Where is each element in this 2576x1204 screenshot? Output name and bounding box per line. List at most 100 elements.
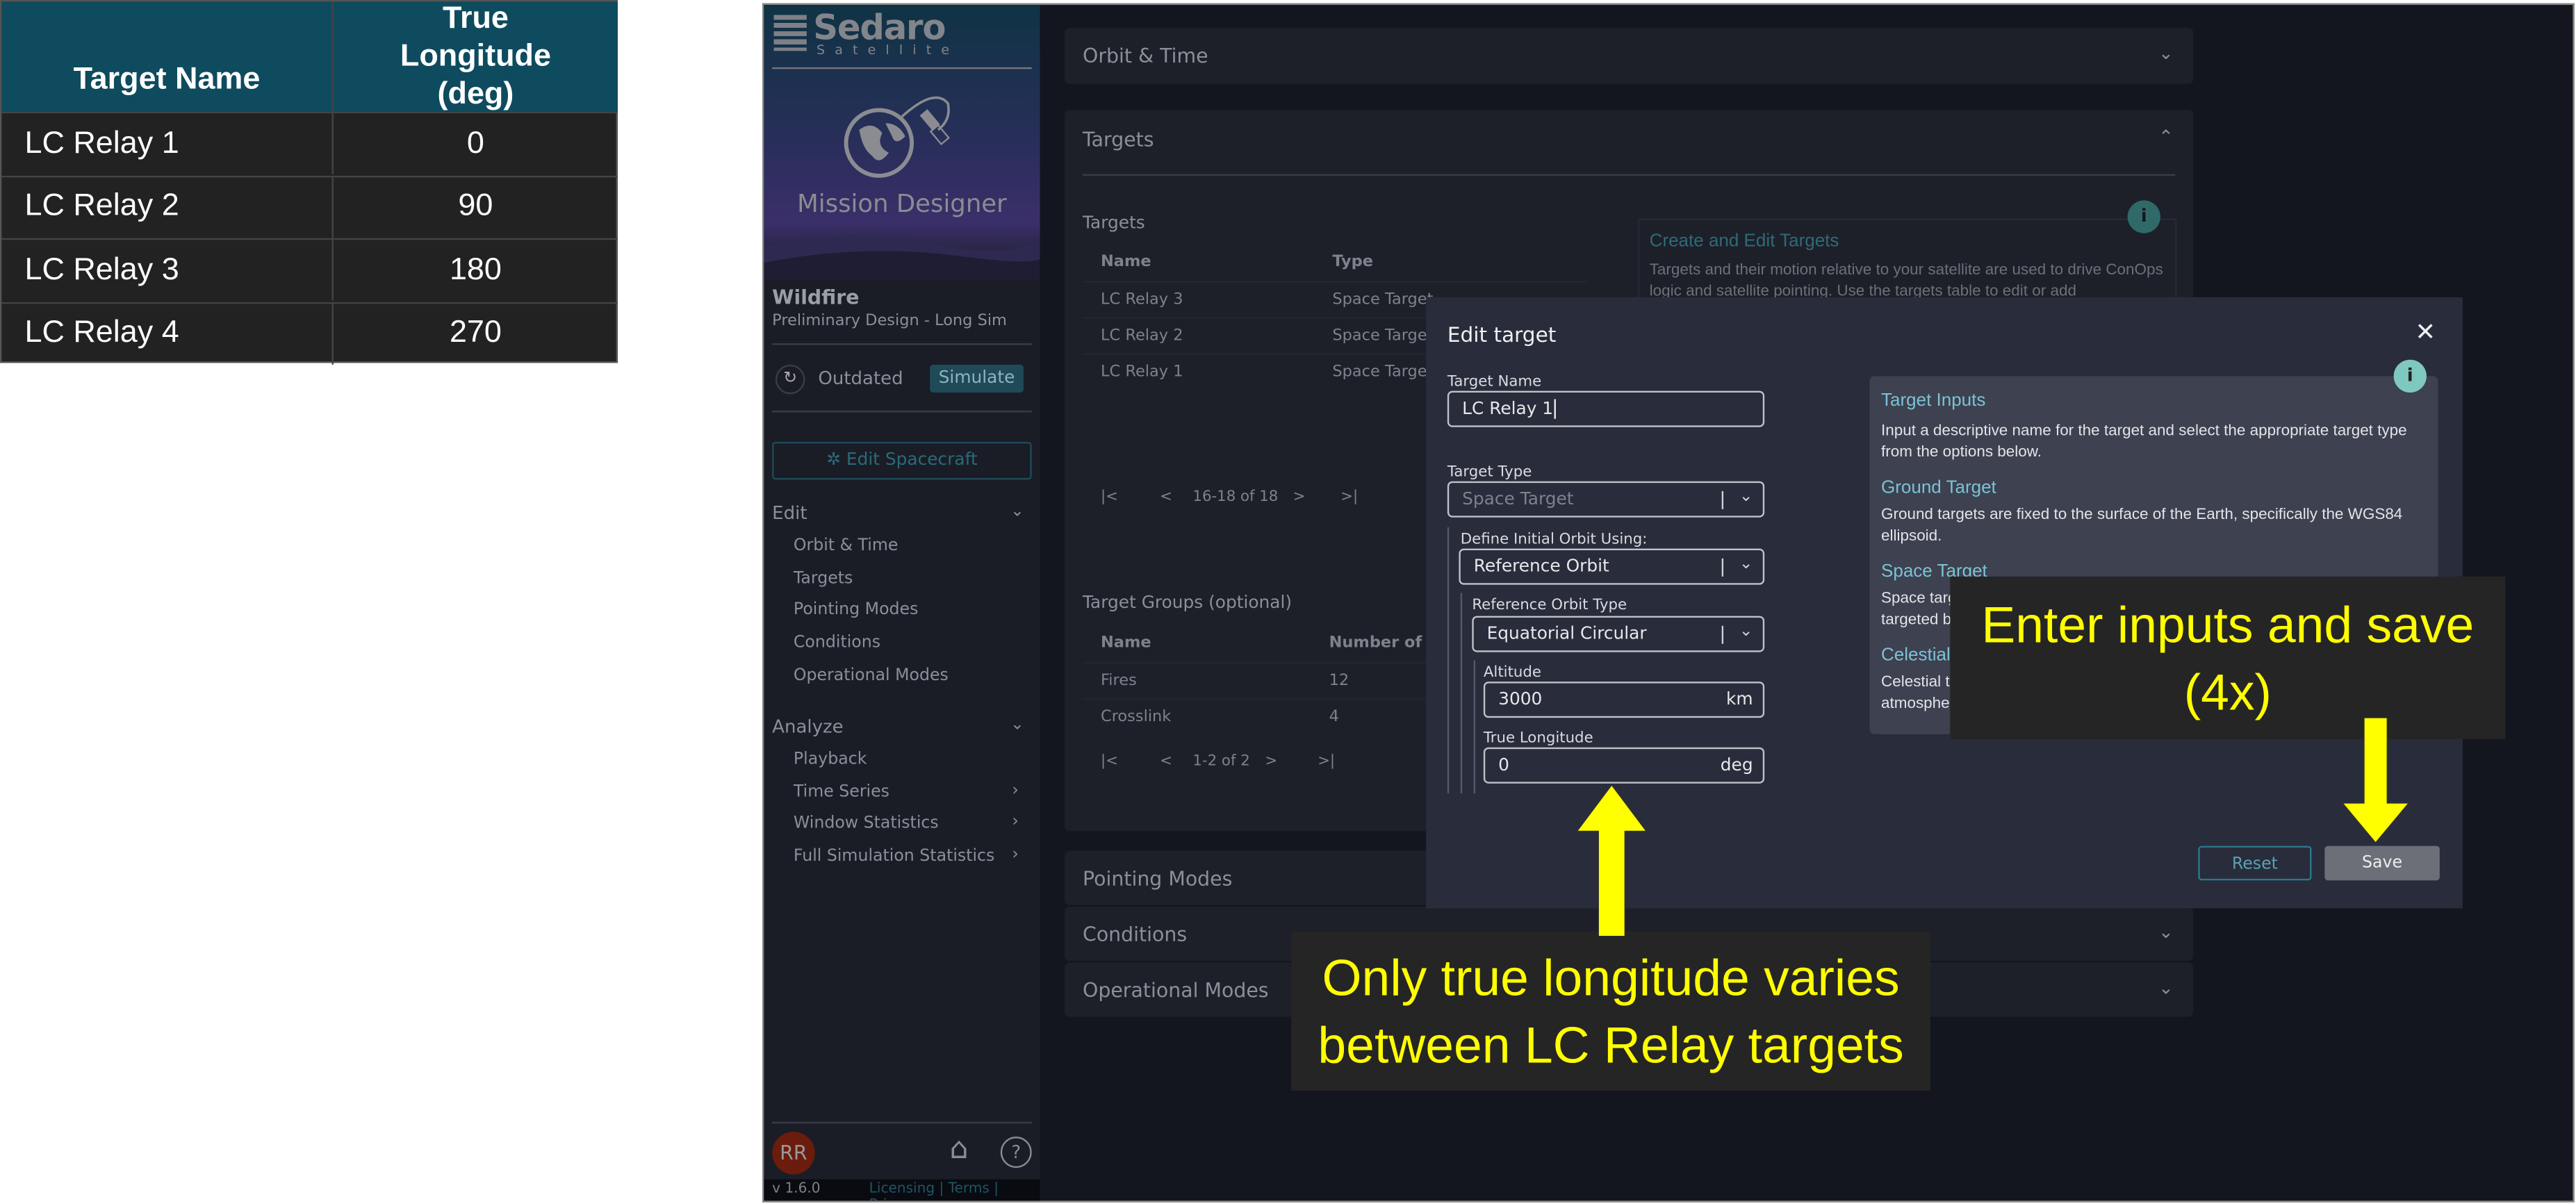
altitude-label: Altitude bbox=[1483, 665, 1542, 682]
target-name-label: Target Name bbox=[1447, 374, 1542, 391]
sidebar-item[interactable]: Full Simulation Statistics bbox=[794, 848, 994, 866]
chevron-down-icon[interactable]: ⌄ bbox=[1010, 716, 1024, 734]
home-icon[interactable]: ⌂ bbox=[950, 1132, 969, 1166]
chevron-down-icon: ⌄ bbox=[1739, 555, 1753, 574]
target-longitude-table: Target Name True Longitude (deg) LC Rela… bbox=[0, 0, 618, 364]
edit-spacecraft-label: Edit Spacecraft bbox=[846, 450, 978, 470]
sidebar-item[interactable]: Targets bbox=[794, 570, 853, 588]
ref-orbit-type-label: Reference Orbit Type bbox=[1472, 597, 1627, 615]
table-cell-name: LC Relay 2 bbox=[1, 174, 332, 238]
help-heading: Ground Target bbox=[1881, 477, 1996, 498]
altitude-input[interactable]: 3000 km bbox=[1483, 682, 1765, 718]
analyze-section-label[interactable]: Analyze bbox=[772, 716, 844, 738]
edit-spacecraft-button[interactable]: ✲ Edit Spacecraft bbox=[772, 441, 1032, 480]
chevron-down-icon[interactable]: ⌄ bbox=[2158, 978, 2174, 999]
altitude-unit: km bbox=[1726, 689, 1753, 710]
chevron-down-icon: ⌄ bbox=[1739, 622, 1753, 641]
callout-longitude: Only true longitude varies between LC Re… bbox=[1291, 931, 1930, 1091]
edit-section-label[interactable]: Edit bbox=[772, 502, 807, 524]
footer-links[interactable]: Licensing | Terms | Privacy bbox=[869, 1181, 1040, 1201]
version: v 1.6.0 bbox=[772, 1180, 821, 1198]
col-type: Type bbox=[1332, 253, 1373, 272]
chevron-down-icon[interactable]: ⌄ bbox=[1010, 502, 1024, 520]
target-type-label: Target Type bbox=[1447, 465, 1532, 481]
ref-orbit-type-select[interactable]: Equatorial Circular ⌄ bbox=[1472, 616, 1765, 652]
arrow-down-icon bbox=[2343, 718, 2409, 843]
project-name: Wildfire bbox=[772, 286, 860, 309]
save-button[interactable]: Save bbox=[2324, 846, 2440, 881]
help-text: Ground targets are fixed to the surface … bbox=[1881, 506, 2403, 545]
first-page-icon[interactable]: |< bbox=[1101, 490, 1118, 506]
info-title: Create and Edit Targets bbox=[1649, 231, 1839, 251]
callout-save: Enter inputs and save (4x) bbox=[1950, 576, 2506, 739]
table-cell-longitude: 90 bbox=[331, 174, 618, 238]
info-text: Targets and their motion relative to you… bbox=[1649, 261, 2163, 301]
globe-satellite-icon bbox=[844, 96, 951, 178]
help-text: Input a descriptive name for the target … bbox=[1881, 422, 2407, 462]
chevron-down-icon: ⌄ bbox=[1739, 488, 1753, 506]
table-cell-name: LC Relay 1 bbox=[1, 111, 332, 174]
table-cell-longitude: 0 bbox=[331, 111, 618, 174]
define-orbit-label: Define Initial Orbit Using: bbox=[1460, 532, 1648, 549]
targets-section-title[interactable]: Targets bbox=[1083, 128, 1154, 151]
sidebar-item[interactable]: Conditions bbox=[794, 634, 880, 652]
true-longitude-input[interactable]: 0 deg bbox=[1483, 747, 1765, 784]
table-cell-longitude: 270 bbox=[331, 301, 618, 364]
header-target-name: Target Name bbox=[1, 1, 332, 112]
table-cell-name: LC Relay 3 bbox=[1, 238, 332, 301]
info-icon[interactable]: i bbox=[2127, 200, 2160, 233]
sidebar-item[interactable]: Playback bbox=[794, 750, 867, 768]
next-page-icon[interactable]: > bbox=[1293, 490, 1306, 506]
help-heading: Target Inputs bbox=[1881, 390, 1986, 411]
sedaro-logo-icon bbox=[773, 15, 807, 51]
chevron-right-icon[interactable]: › bbox=[1012, 814, 1018, 832]
sidebar-item[interactable]: Window Statistics bbox=[794, 816, 939, 834]
sidebar-item[interactable]: Operational Modes bbox=[794, 666, 949, 684]
sidebar: Sedaro Satellite Mission Designer Wildfi… bbox=[764, 5, 1040, 1201]
app-title: Mission Designer bbox=[797, 188, 1007, 219]
chevron-down-icon[interactable]: ⌄ bbox=[2158, 42, 2174, 64]
scenario-name: Preliminary Design - Long Sim bbox=[772, 312, 1007, 331]
chevron-up-icon[interactable]: ⌃ bbox=[2158, 126, 2174, 148]
target-type-select[interactable]: Space Target ⌄ bbox=[1447, 481, 1765, 518]
last-page-icon[interactable]: >| bbox=[1318, 754, 1335, 770]
table-cell-longitude: 180 bbox=[331, 238, 618, 301]
first-page-icon[interactable]: |< bbox=[1101, 754, 1118, 770]
prev-page-icon[interactable]: < bbox=[1160, 490, 1172, 506]
table-cell-name: LC Relay 4 bbox=[1, 301, 332, 364]
true-longitude-unit: deg bbox=[1720, 755, 1753, 775]
col-name: Name bbox=[1101, 634, 1151, 652]
chevron-down-icon[interactable]: ⌄ bbox=[2158, 921, 2174, 943]
sidebar-item[interactable]: Time Series bbox=[794, 783, 889, 801]
last-page-icon[interactable]: >| bbox=[1340, 490, 1358, 506]
reset-button[interactable]: Reset bbox=[2198, 846, 2312, 881]
close-icon[interactable]: ✕ bbox=[2415, 317, 2436, 347]
logo: Sedaro bbox=[813, 8, 946, 48]
banner: Sedaro Satellite Mission Designer bbox=[764, 5, 1040, 279]
prev-page-icon[interactable]: < bbox=[1160, 754, 1172, 770]
define-orbit-select[interactable]: Reference Orbit ⌄ bbox=[1459, 548, 1765, 585]
section-orbit-time[interactable]: Orbit & Time ⌄ bbox=[1065, 28, 2194, 84]
col-name: Name bbox=[1101, 253, 1151, 272]
header-true-longitude: True Longitude (deg) bbox=[331, 1, 618, 112]
status-text: Outdated bbox=[818, 368, 903, 390]
chevron-right-icon[interactable]: › bbox=[1012, 846, 1018, 864]
info-icon[interactable]: i bbox=[2393, 359, 2427, 393]
page-info: 16-18 of 18 bbox=[1192, 489, 1279, 506]
modal-title: Edit target bbox=[1447, 322, 1557, 347]
true-longitude-label: True Longitude bbox=[1483, 731, 1593, 748]
sidebar-item[interactable]: Pointing Modes bbox=[794, 602, 919, 620]
targets-label: Targets bbox=[1083, 213, 1145, 233]
avatar[interactable]: RR bbox=[772, 1131, 815, 1175]
target-name-input[interactable]: LC Relay 1 bbox=[1447, 390, 1765, 427]
satellite-icon: ✲ bbox=[826, 450, 846, 470]
sidebar-item[interactable]: Orbit & Time bbox=[794, 537, 899, 555]
help-icon[interactable]: ? bbox=[1000, 1137, 1032, 1168]
groups-label: Target Groups (optional) bbox=[1083, 593, 1293, 613]
simulate-button[interactable]: Simulate bbox=[930, 364, 1024, 393]
next-page-icon[interactable]: > bbox=[1265, 754, 1277, 770]
chevron-right-icon[interactable]: › bbox=[1012, 782, 1018, 800]
refresh-icon[interactable]: ↻ bbox=[775, 364, 805, 395]
page-info: 1-2 of 2 bbox=[1192, 754, 1250, 770]
arrow-up-icon bbox=[1577, 785, 1646, 937]
